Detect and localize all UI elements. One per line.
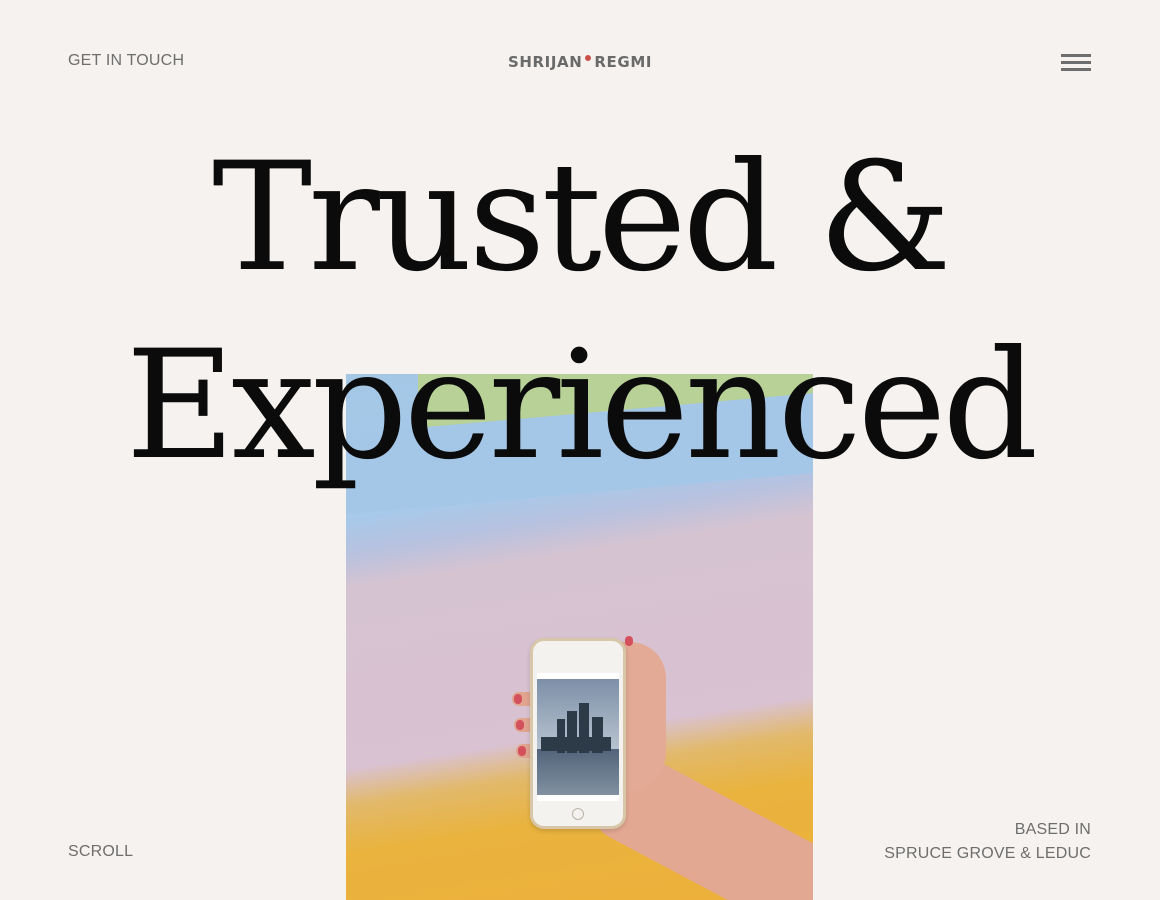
location-line-2: SPRUCE GROVE & LEDUC [884, 845, 1091, 862]
photo-nail [514, 694, 522, 704]
menu-bar [1061, 54, 1091, 57]
photo-phone [530, 638, 626, 829]
menu-bar [1061, 68, 1091, 71]
headline-line-2: Experienced [125, 319, 1039, 493]
phone-home-button [572, 808, 584, 820]
photo-nail [625, 636, 633, 646]
logo-dot-icon [585, 55, 592, 61]
screen-water [537, 749, 619, 795]
location-line-1: BASED IN [1014, 821, 1091, 838]
screen-shoreline [541, 737, 611, 751]
photo-nail [516, 720, 524, 730]
logo-first-name: SHRIJAN [507, 53, 583, 71]
scroll-indicator[interactable]: SCROLL [68, 843, 133, 861]
menu-bar [1061, 61, 1091, 64]
photo-nail [518, 746, 526, 756]
location-info: BASED IN SPRUCE GROVE & LEDUC [884, 818, 1091, 866]
site-logo[interactable]: SHRIJAN REGMI [0, 53, 1160, 71]
logo-last-name: REGMI [594, 53, 653, 71]
hamburger-menu-icon[interactable] [1061, 54, 1091, 72]
headline-line-1: Trusted & [212, 131, 952, 305]
phone-screen [537, 673, 619, 801]
